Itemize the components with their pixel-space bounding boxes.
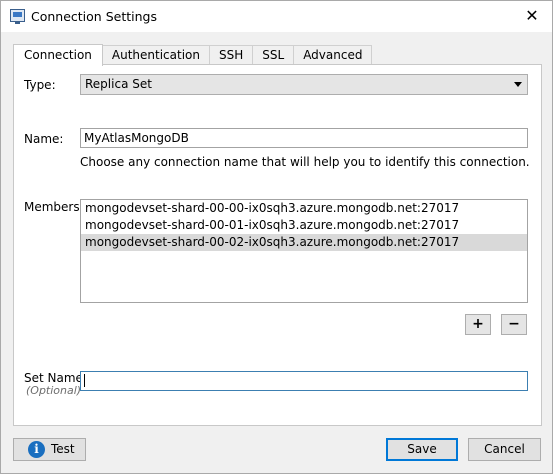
tab-advanced[interactable]: Advanced <box>293 45 373 65</box>
test-button-label: Test <box>51 442 75 456</box>
type-select-value: Replica Set <box>85 77 152 91</box>
title-bar[interactable]: Connection Settings ✕ <box>1 1 552 32</box>
name-label: Name: <box>24 132 64 146</box>
window-title: Connection Settings <box>31 9 157 24</box>
info-icon: i <box>28 441 45 458</box>
member-item[interactable]: mongodevset-shard-00-01-ix0sqh3.azure.mo… <box>81 217 527 234</box>
tab-connection[interactable]: Connection <box>13 44 103 66</box>
connection-settings-dialog: Connection Settings ✕ Connection Authent… <box>0 0 553 474</box>
save-button[interactable]: Save <box>386 438 458 461</box>
remove-member-button[interactable]: − <box>501 314 527 335</box>
close-icon[interactable]: ✕ <box>522 6 542 26</box>
test-button[interactable]: i Test <box>13 438 86 461</box>
type-select[interactable]: Replica Set <box>80 74 528 95</box>
dropdown-arrow-icon <box>514 82 522 87</box>
connection-settings-icon <box>10 9 25 24</box>
text-cursor <box>84 374 85 387</box>
tab-ssl[interactable]: SSL <box>252 45 295 65</box>
cancel-button[interactable]: Cancel <box>468 438 541 461</box>
tab-ssh[interactable]: SSH <box>209 45 254 65</box>
tab-bar: Connection Authentication SSH SSL Advanc… <box>13 44 373 66</box>
plus-icon: + <box>472 316 484 332</box>
member-item[interactable]: mongodevset-shard-00-00-ix0sqh3.azure.mo… <box>81 200 527 217</box>
add-member-button[interactable]: + <box>465 314 491 335</box>
type-label: Type: <box>24 78 56 92</box>
members-label: Members: <box>24 200 84 214</box>
minus-icon: − <box>508 316 520 332</box>
member-item-selected[interactable]: mongodevset-shard-00-02-ix0sqh3.azure.mo… <box>81 234 527 251</box>
set-name-label: Set Name: <box>24 371 87 385</box>
connection-panel: Type: Replica Set Name: MyAtlasMongoDB C… <box>13 64 542 426</box>
name-hint: Choose any connection name that will hel… <box>80 155 530 169</box>
set-name-optional-note: (Optional) <box>26 384 82 397</box>
tab-authentication[interactable]: Authentication <box>101 45 210 65</box>
set-name-input[interactable] <box>80 371 528 391</box>
name-input[interactable]: MyAtlasMongoDB <box>80 128 528 148</box>
members-list[interactable]: mongodevset-shard-00-00-ix0sqh3.azure.mo… <box>80 199 528 303</box>
